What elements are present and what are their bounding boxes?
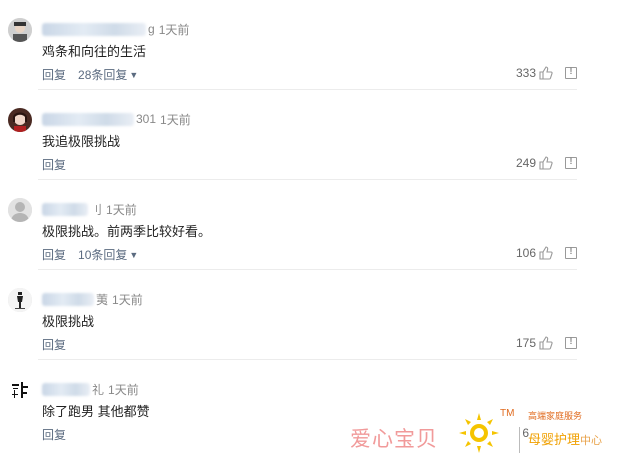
username-tail[interactable]: 礼 [92, 381, 104, 398]
comment-item: 刂 1天前 极限挑战。前两季比较好看。 回复 10条回复 ▼ 106 [0, 180, 640, 270]
comment-time: 1天前 [108, 382, 139, 397]
watermark: 爱心宝贝 TM 高端家庭服务 母婴护理中心 [350, 408, 640, 461]
report-icon[interactable] [565, 246, 577, 259]
comment-header: 301 1天前 [42, 110, 191, 128]
comment-text: 鸡条和向往的生活 [42, 44, 147, 59]
comment-time: 1天前 [106, 202, 137, 217]
reply-button[interactable]: 回复 [42, 156, 66, 173]
comment-text: 极限挑战 [42, 314, 95, 329]
thumbs-up-icon[interactable] [539, 246, 553, 260]
comment-header: 刂 1天前 [42, 200, 137, 218]
view-replies-button[interactable]: 28条回复 ▼ [78, 66, 138, 83]
username-blurred[interactable] [42, 112, 134, 126]
username-blurred[interactable] [42, 202, 88, 216]
view-replies-button[interactable]: 10条回复 ▼ [78, 246, 138, 263]
report-icon[interactable] [565, 156, 577, 169]
avatar[interactable] [8, 198, 32, 222]
watermark-care: 母婴护理中心 [528, 432, 603, 447]
avatar[interactable] [8, 378, 32, 402]
comment-stats: 175 [516, 336, 577, 350]
replies-count: 28条回复 [78, 68, 128, 82]
comment-item: g 1天前 鸡条和向往的生活 回复 28条回复 ▼ 333 [0, 0, 640, 90]
sun-logo-icon [457, 411, 501, 455]
comment-actions: 回复 28条回复 ▼ [42, 66, 138, 83]
avatar[interactable] [8, 108, 32, 132]
avatar[interactable] [8, 18, 32, 42]
comment-time: 1天前 [158, 22, 190, 37]
username-tail[interactable]: g [148, 22, 155, 36]
watermark-divider [519, 427, 520, 453]
reply-button[interactable]: 回复 [42, 426, 66, 443]
avatar[interactable] [8, 288, 32, 312]
watermark-subtitle: 高端家庭服务 [528, 411, 583, 421]
comment-header: 礼 1天前 [42, 380, 139, 398]
comment-time: 1天前 [112, 292, 143, 307]
comment-time: 1天前 [160, 112, 191, 127]
chevron-down-icon: ▼ [129, 69, 139, 80]
comment-actions: 回复 [42, 156, 66, 173]
comment-item: 荑 1天前 极限挑战 回复 175 [0, 270, 640, 360]
comment-stats: 333 [516, 66, 577, 80]
comment-stats: 106 [516, 246, 577, 260]
reply-button[interactable]: 回复 [42, 246, 66, 263]
comment-actions: 回复 [42, 336, 66, 353]
chevron-down-icon: ▼ [129, 249, 139, 260]
watermark-tm: TM [500, 408, 515, 419]
comment-header: g 1天前 [42, 20, 189, 38]
comment-list: g 1天前 鸡条和向往的生活 回复 28条回复 ▼ 333 ! 301 1天前 … [0, 0, 640, 450]
thumbs-up-icon[interactable] [539, 336, 553, 350]
report-icon[interactable] [565, 336, 577, 349]
username-tail[interactable]: 荑 [96, 291, 108, 308]
thumbs-up-icon[interactable] [539, 66, 553, 80]
comment-text: 除了跑男 其他都赞 [42, 404, 150, 419]
watermark-brand: 爱心宝贝 [350, 427, 438, 451]
comment-stats: 249 [516, 156, 577, 170]
username-tail[interactable]: 刂 [90, 201, 102, 218]
report-icon[interactable] [565, 66, 577, 79]
thumbs-up-icon[interactable] [539, 156, 553, 170]
username-tail[interactable]: 301 [136, 112, 156, 126]
comment-item: 301 1天前 我追极限挑战 回复 249 [0, 90, 640, 180]
reply-button[interactable]: 回复 [42, 336, 66, 353]
comment-header: 荑 1天前 [42, 290, 143, 308]
like-count: 333 [515, 66, 536, 80]
like-count: 106 [515, 246, 536, 260]
comment-actions: 回复 [42, 426, 66, 443]
reply-button[interactable]: 回复 [42, 66, 66, 83]
like-count: 249 [515, 156, 536, 170]
comment-text: 我追极限挑战 [42, 134, 121, 149]
comment-text: 极限挑战。前两季比较好看。 [42, 224, 212, 239]
comment-actions: 回复 10条回复 ▼ [42, 246, 138, 263]
username-blurred[interactable] [42, 22, 146, 36]
replies-count: 10条回复 [78, 248, 128, 262]
like-count: 175 [515, 336, 536, 350]
username-blurred[interactable] [42, 292, 94, 306]
username-blurred[interactable] [42, 382, 90, 396]
